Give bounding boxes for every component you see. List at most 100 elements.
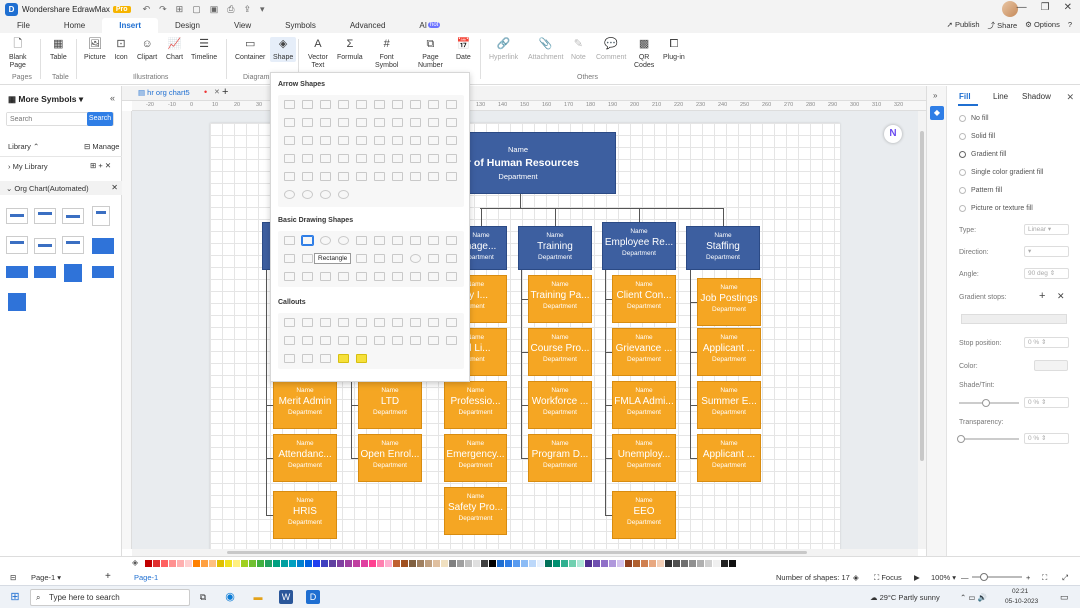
palette-swatch[interactable] [401, 560, 408, 567]
zoom-slider[interactable] [972, 573, 1022, 581]
palette-swatch[interactable] [545, 560, 552, 567]
org-node[interactable]: Name FMLA Admi... Department [612, 381, 676, 429]
palette-swatch[interactable] [721, 560, 728, 567]
org-chart-section[interactable]: ⌄ Org Chart(Automated) ✕ [0, 181, 122, 195]
shape-thumbnail[interactable] [446, 136, 457, 145]
palette-swatch[interactable] [425, 560, 432, 567]
tab-symbols[interactable]: Symbols [268, 18, 333, 33]
org-template-thumb[interactable] [6, 236, 28, 254]
shape-thumbnail[interactable] [338, 154, 349, 163]
open-icon[interactable]: ▢ [192, 4, 201, 15]
help-icon[interactable]: ? [1068, 20, 1072, 31]
palette-swatch[interactable] [233, 560, 240, 567]
palette-swatch[interactable] [201, 560, 208, 567]
palette-swatch[interactable] [569, 560, 576, 567]
shape-thumbnail[interactable] [410, 100, 421, 109]
weather[interactable]: ☁ 29°C Partly sunny [870, 593, 940, 602]
shape-thumbnail[interactable] [356, 236, 367, 245]
palette-swatch[interactable] [665, 560, 672, 567]
shape-thumbnail[interactable] [374, 118, 385, 127]
shape-thumbnail[interactable] [392, 136, 403, 145]
gradient-bar[interactable] [961, 314, 1067, 324]
palette-swatch[interactable] [473, 560, 480, 567]
redo-icon[interactable]: ↷ [159, 4, 167, 15]
export-icon[interactable]: ⇪ [243, 4, 251, 15]
ai-assistant-icon[interactable]: N [884, 125, 902, 143]
radio-gradient-fill[interactable]: Gradient fill [959, 151, 1006, 158]
tab-view[interactable]: View [217, 18, 268, 33]
shape-thumbnail[interactable] [320, 272, 331, 281]
org-node[interactable]: Name Workforce ... Department [528, 381, 592, 429]
palette-swatch[interactable] [641, 560, 648, 567]
save-icon[interactable]: ▣ [210, 4, 219, 15]
shape-thumbnail[interactable] [428, 336, 439, 345]
palette-swatch[interactable] [193, 560, 200, 567]
doc-close-icon[interactable]: ✕ [214, 88, 220, 96]
timeline-button[interactable]: ☰ Timeline [191, 37, 217, 62]
tab-advanced[interactable]: Advanced [333, 18, 403, 33]
shape-thumbnail[interactable] [428, 254, 439, 263]
more-icon[interactable]: ▾ [260, 4, 265, 15]
palette-swatch[interactable] [265, 560, 272, 567]
shape-thumbnail[interactable] [284, 136, 295, 145]
palette-swatch[interactable] [537, 560, 544, 567]
palette-swatch[interactable] [393, 560, 400, 567]
shade-input[interactable]: 0 % ⇕ [1024, 397, 1069, 408]
palette-swatch[interactable] [185, 560, 192, 567]
publish-button[interactable]: ➚ Publish [947, 20, 980, 31]
shape-thumbnail[interactable] [446, 318, 457, 327]
palette-swatch[interactable] [625, 560, 632, 567]
palette-swatch[interactable] [497, 560, 504, 567]
palette-swatch[interactable] [481, 560, 488, 567]
shape-thumbnail[interactable] [428, 172, 439, 181]
shape-thumbnail[interactable] [374, 136, 385, 145]
shade-slider-knob[interactable] [982, 399, 990, 407]
tab-fill[interactable]: Fill [959, 92, 971, 101]
page-tab-active[interactable]: Page-1 [134, 573, 158, 582]
my-library-item[interactable]: › My Library [8, 162, 48, 171]
palette-swatch[interactable] [337, 560, 344, 567]
shape-rectangle[interactable] [302, 236, 313, 245]
shape-thumbnail[interactable] [410, 154, 421, 163]
date-button[interactable]: 📅 Date [456, 37, 471, 62]
shape-thumbnail[interactable] [302, 100, 313, 109]
shape-thumbnail[interactable] [446, 254, 457, 263]
shape-thumbnail[interactable] [302, 190, 313, 199]
comment-button[interactable]: 💬 Comment [596, 37, 626, 62]
palette-swatch[interactable] [657, 560, 664, 567]
radio-picture-fill[interactable]: Picture or texture fill [959, 205, 1033, 212]
focus-button[interactable]: ⛶ Focus [874, 573, 902, 583]
shape-thumbnail[interactable] [446, 172, 457, 181]
shape-thumbnail[interactable] [428, 118, 439, 127]
org-template-thumb[interactable] [6, 266, 28, 278]
org-node[interactable]: Name Grievance ... Department [612, 328, 676, 376]
shape-thumbnail[interactable] [338, 118, 349, 127]
org-node[interactable]: Name Attendanc... Department [273, 434, 337, 482]
palette-swatch[interactable] [689, 560, 696, 567]
shape-thumbnail[interactable] [284, 100, 295, 109]
palette-swatch[interactable] [489, 560, 496, 567]
canvas[interactable]: Name tor of Human Resources Department Name… [132, 111, 918, 549]
fill-bucket-icon[interactable]: ◆ [930, 106, 944, 120]
search-input[interactable] [7, 113, 89, 125]
palette-swatch[interactable] [145, 560, 152, 567]
palette-swatch[interactable] [649, 560, 656, 567]
palette-swatch[interactable] [697, 560, 704, 567]
taskbar-search[interactable]: ⌕ Type here to search [30, 589, 190, 606]
file-explorer-icon[interactable]: ▬ [251, 590, 265, 604]
shape-thumbnail[interactable] [356, 272, 367, 281]
shape-thumbnail[interactable] [410, 236, 421, 245]
direction-select[interactable]: ▾ [1024, 246, 1069, 257]
tab-file[interactable]: File [0, 18, 47, 33]
palette-swatch[interactable] [289, 560, 296, 567]
task-view-icon[interactable]: ⧉ [196, 590, 210, 604]
palette-swatch[interactable] [249, 560, 256, 567]
table-button[interactable]: ▦ Table [50, 37, 67, 62]
palette-swatch[interactable] [713, 560, 720, 567]
doc-tab[interactable]: ▤ hr org chart5 [138, 88, 190, 97]
vector-text-button[interactable]: A Vector Text [308, 37, 328, 70]
shape-thumbnail[interactable] [320, 336, 331, 345]
org-node[interactable]: Name HRIS Department [273, 491, 337, 539]
options-button[interactable]: ⚙ Options [1025, 20, 1060, 31]
maximize-icon[interactable]: ❐ [1041, 2, 1050, 13]
